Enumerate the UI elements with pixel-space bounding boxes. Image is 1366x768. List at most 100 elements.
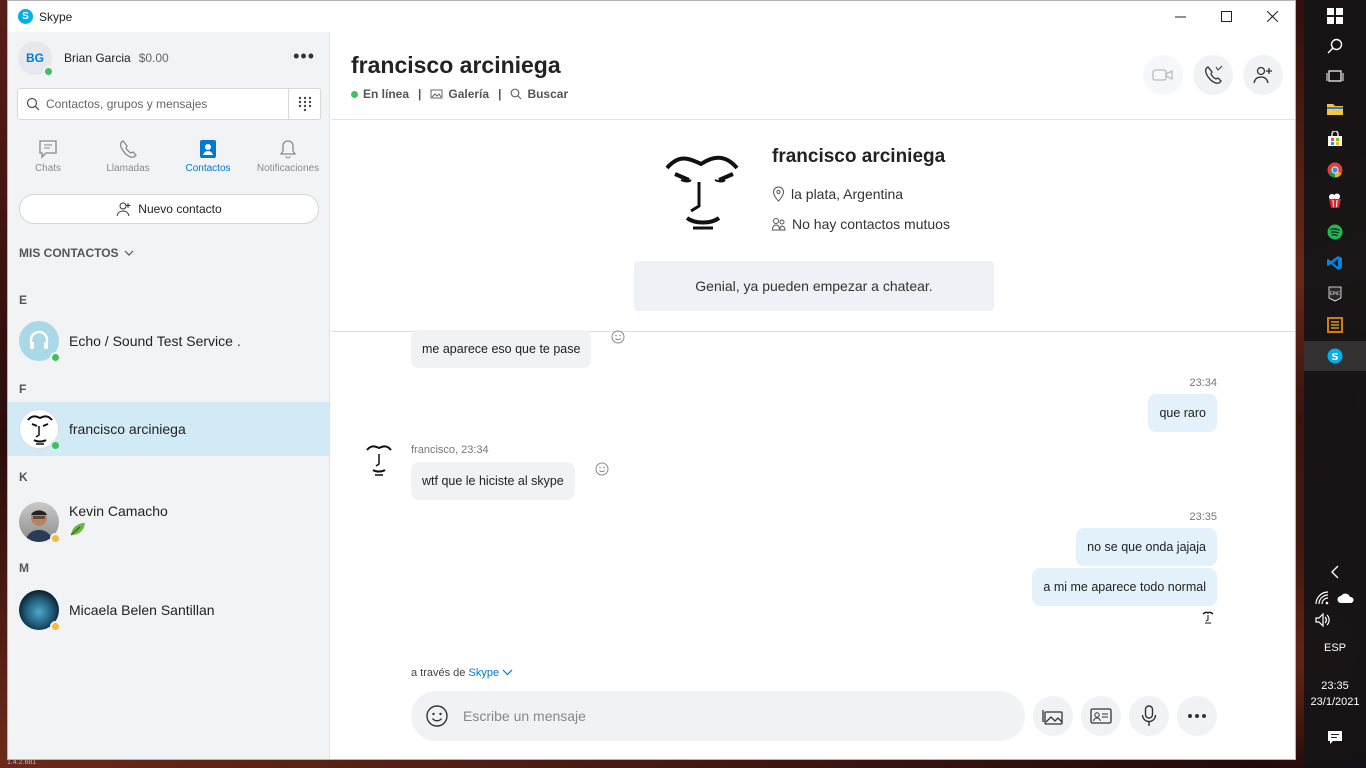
taskbar-file-explorer[interactable] (1326, 99, 1344, 117)
video-call-button[interactable] (1143, 55, 1183, 95)
message-bubble-incoming[interactable]: me aparece eso que te pase (411, 330, 592, 368)
more-options-button[interactable]: ••• (293, 46, 315, 67)
online-indicator (43, 66, 54, 77)
location-pin-icon (772, 186, 785, 202)
message-input[interactable]: Escribe un mensaje (411, 691, 1025, 741)
taskbar-chrome[interactable] (1326, 161, 1344, 179)
notification-icon (1328, 731, 1342, 744)
message-bubble-incoming[interactable]: wtf que le hiciste al skype (411, 462, 575, 500)
speaker-icon (1315, 613, 1330, 627)
task-view-icon (1326, 70, 1344, 82)
tab-contacts[interactable]: Contactos (168, 128, 248, 184)
dialpad-button[interactable] (289, 88, 321, 120)
svg-text:EPIC: EPIC (1330, 291, 1340, 297)
gallery-link[interactable]: Galería (448, 87, 489, 101)
chevron-left-icon (1331, 565, 1339, 579)
volume-button[interactable] (1314, 611, 1332, 629)
input-language[interactable]: ESP (1304, 642, 1366, 654)
windows-logo-icon (1327, 8, 1343, 24)
message-bubble-outgoing[interactable]: que raro (1148, 394, 1217, 432)
video-camera-icon (1152, 69, 1173, 81)
contact-item-francisco[interactable]: francisco arciniega (8, 402, 329, 456)
show-hidden-icons-button[interactable] (1326, 563, 1344, 581)
tab-chats[interactable]: Chats (8, 128, 88, 184)
task-view-button[interactable] (1326, 67, 1344, 85)
taskbar-skype[interactable]: S (1326, 347, 1344, 365)
via-link[interactable]: Skype (468, 667, 499, 679)
avatar (19, 502, 61, 544)
contact-item-kevin[interactable]: Kevin Camacho (8, 493, 329, 551)
via-skype-selector[interactable]: a través de Skype (411, 667, 513, 679)
contact-item-echo[interactable]: Echo / Sound Test Service . (8, 314, 329, 368)
add-reaction-icon[interactable] (611, 330, 625, 344)
minimize-button[interactable] (1157, 1, 1203, 32)
vscode-icon (1327, 256, 1342, 270)
dialpad-icon (298, 96, 311, 112)
search-icon (511, 88, 522, 100)
leaf-icon (70, 522, 85, 535)
skype-logo-icon: S (18, 9, 33, 24)
taskbar-epic-games[interactable]: EPIC (1326, 285, 1344, 303)
nav-tabs: Chats Llamadas Contactos Notificaciones (8, 128, 329, 184)
location-text: la plata, Argentina (791, 186, 904, 202)
emoji-icon[interactable] (425, 704, 449, 728)
search-placeholder: Contactos, grupos y mensajes (46, 97, 208, 111)
chevron-down-icon (124, 250, 133, 256)
start-button[interactable] (1326, 7, 1344, 25)
close-button[interactable] (1249, 1, 1295, 32)
contact-item-micaela[interactable]: Micaela Belen Santillan (8, 583, 329, 637)
tab-contacts-label: Contactos (185, 162, 231, 174)
media-gallery-button[interactable] (1033, 696, 1073, 736)
chat-header: francisco arciniega En línea | Galería |… (331, 32, 1295, 120)
contact-name: francisco arciniega (772, 146, 946, 167)
message-timestamp: 23:35 (1189, 511, 1217, 523)
epic-games-icon: EPIC (1328, 286, 1342, 302)
away-indicator (50, 621, 61, 632)
taskbar-search-button[interactable] (1326, 37, 1344, 55)
action-center-button[interactable] (1326, 729, 1344, 747)
spotify-icon (1327, 224, 1343, 240)
tab-notifications[interactable]: Notificaciones (248, 128, 328, 184)
avatar-initials: BG (26, 51, 44, 65)
profile-header: BG Brian Garcia $0.00 ••• (8, 32, 329, 84)
search-link[interactable]: Buscar (527, 87, 568, 101)
voice-message-button[interactable] (1129, 696, 1169, 736)
onedrive-button[interactable] (1337, 589, 1355, 607)
face-sketch-icon (366, 445, 392, 476)
new-contact-button[interactable]: Nuevo contacto (19, 194, 319, 224)
contact-avatar[interactable] (653, 140, 753, 240)
maximize-button[interactable] (1203, 1, 1249, 32)
taskbar-game-app[interactable] (1326, 316, 1344, 334)
add-reaction-icon[interactable] (595, 462, 609, 476)
add-participant-button[interactable] (1243, 55, 1283, 95)
sender-avatar[interactable] (363, 442, 399, 480)
header-actions (1143, 55, 1283, 95)
taskbar-store[interactable] (1326, 130, 1344, 148)
gallery-icon (1042, 710, 1063, 725)
network-button[interactable] (1314, 589, 1332, 607)
audio-call-button[interactable] (1193, 55, 1233, 95)
store-bag-icon (1328, 131, 1342, 146)
tab-calls[interactable]: Llamadas (88, 128, 168, 184)
search-icon (26, 97, 40, 111)
message-bubble-outgoing[interactable]: no se que onda jajaja (1076, 528, 1217, 566)
message-bubble-outgoing[interactable]: a mi me aparece todo normal (1032, 568, 1217, 606)
avatar[interactable]: BG (18, 41, 54, 77)
send-contact-button[interactable] (1081, 696, 1121, 736)
profile-credit[interactable]: $0.00 (139, 51, 169, 65)
chat-icon (39, 139, 57, 159)
divider: | (418, 87, 422, 101)
more-actions-button[interactable] (1177, 696, 1217, 736)
svg-text:S: S (1331, 352, 1338, 363)
taskbar-vscode[interactable] (1326, 254, 1344, 272)
location-row: la plata, Argentina (772, 186, 903, 202)
taskbar-spotify[interactable] (1326, 223, 1344, 241)
profile-name[interactable]: Brian Garcia (64, 51, 131, 65)
taskbar-popcorn-app[interactable] (1326, 192, 1344, 210)
clock-time[interactable]: 23:35 (1304, 680, 1366, 692)
divider: | (498, 87, 502, 101)
clock-date[interactable]: 23/1/2021 (1304, 696, 1366, 708)
online-indicator (50, 440, 61, 451)
search-input[interactable]: Contactos, grupos y mensajes (17, 88, 289, 120)
contacts-section-header[interactable]: MIS CONTACTOS (8, 246, 329, 260)
